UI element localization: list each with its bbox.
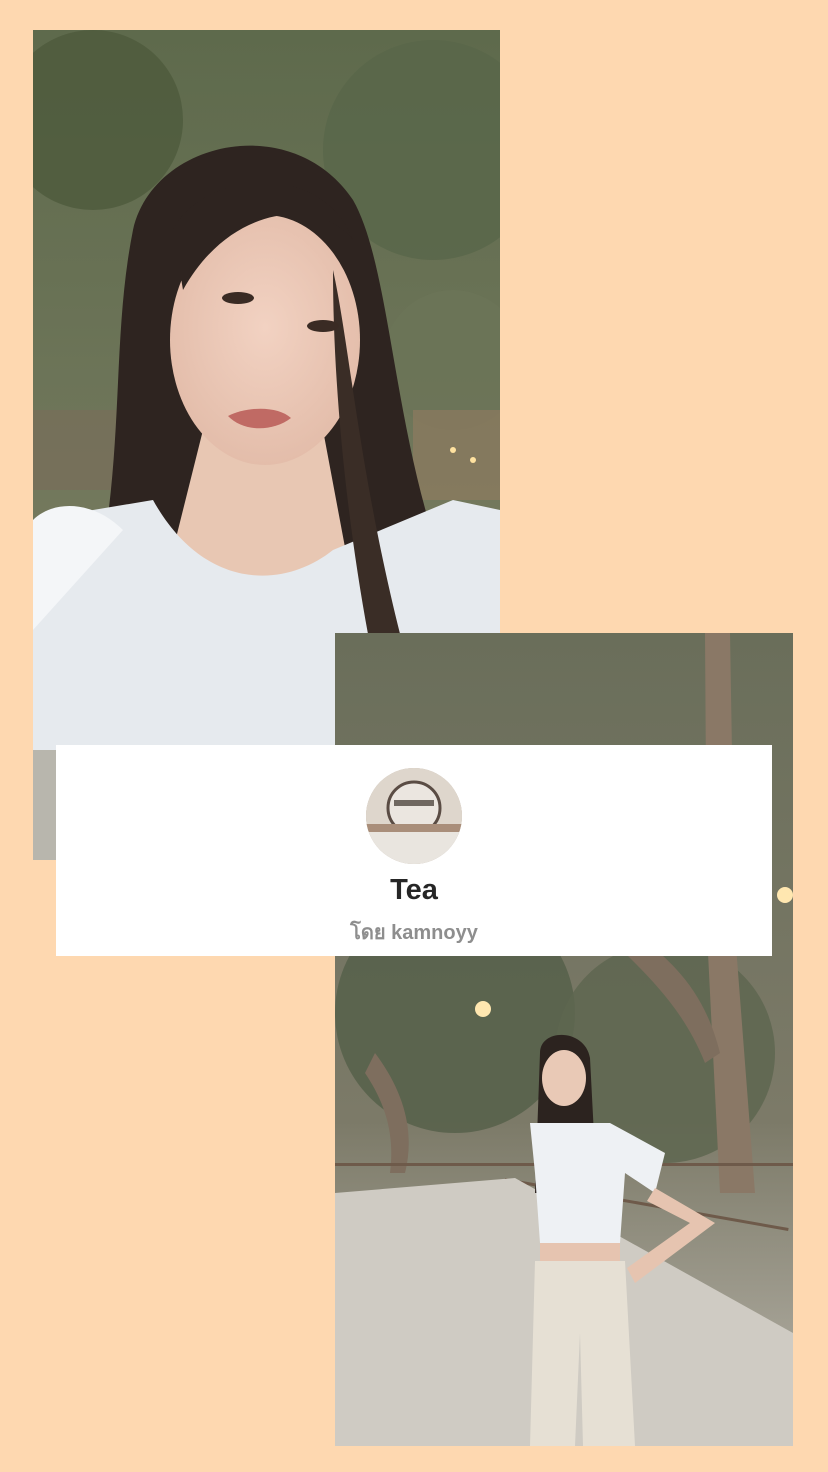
avatar[interactable] xyxy=(366,768,462,864)
profile-byline[interactable]: โดย kamnoyy xyxy=(56,916,772,948)
profile-name: Tea xyxy=(390,874,438,906)
